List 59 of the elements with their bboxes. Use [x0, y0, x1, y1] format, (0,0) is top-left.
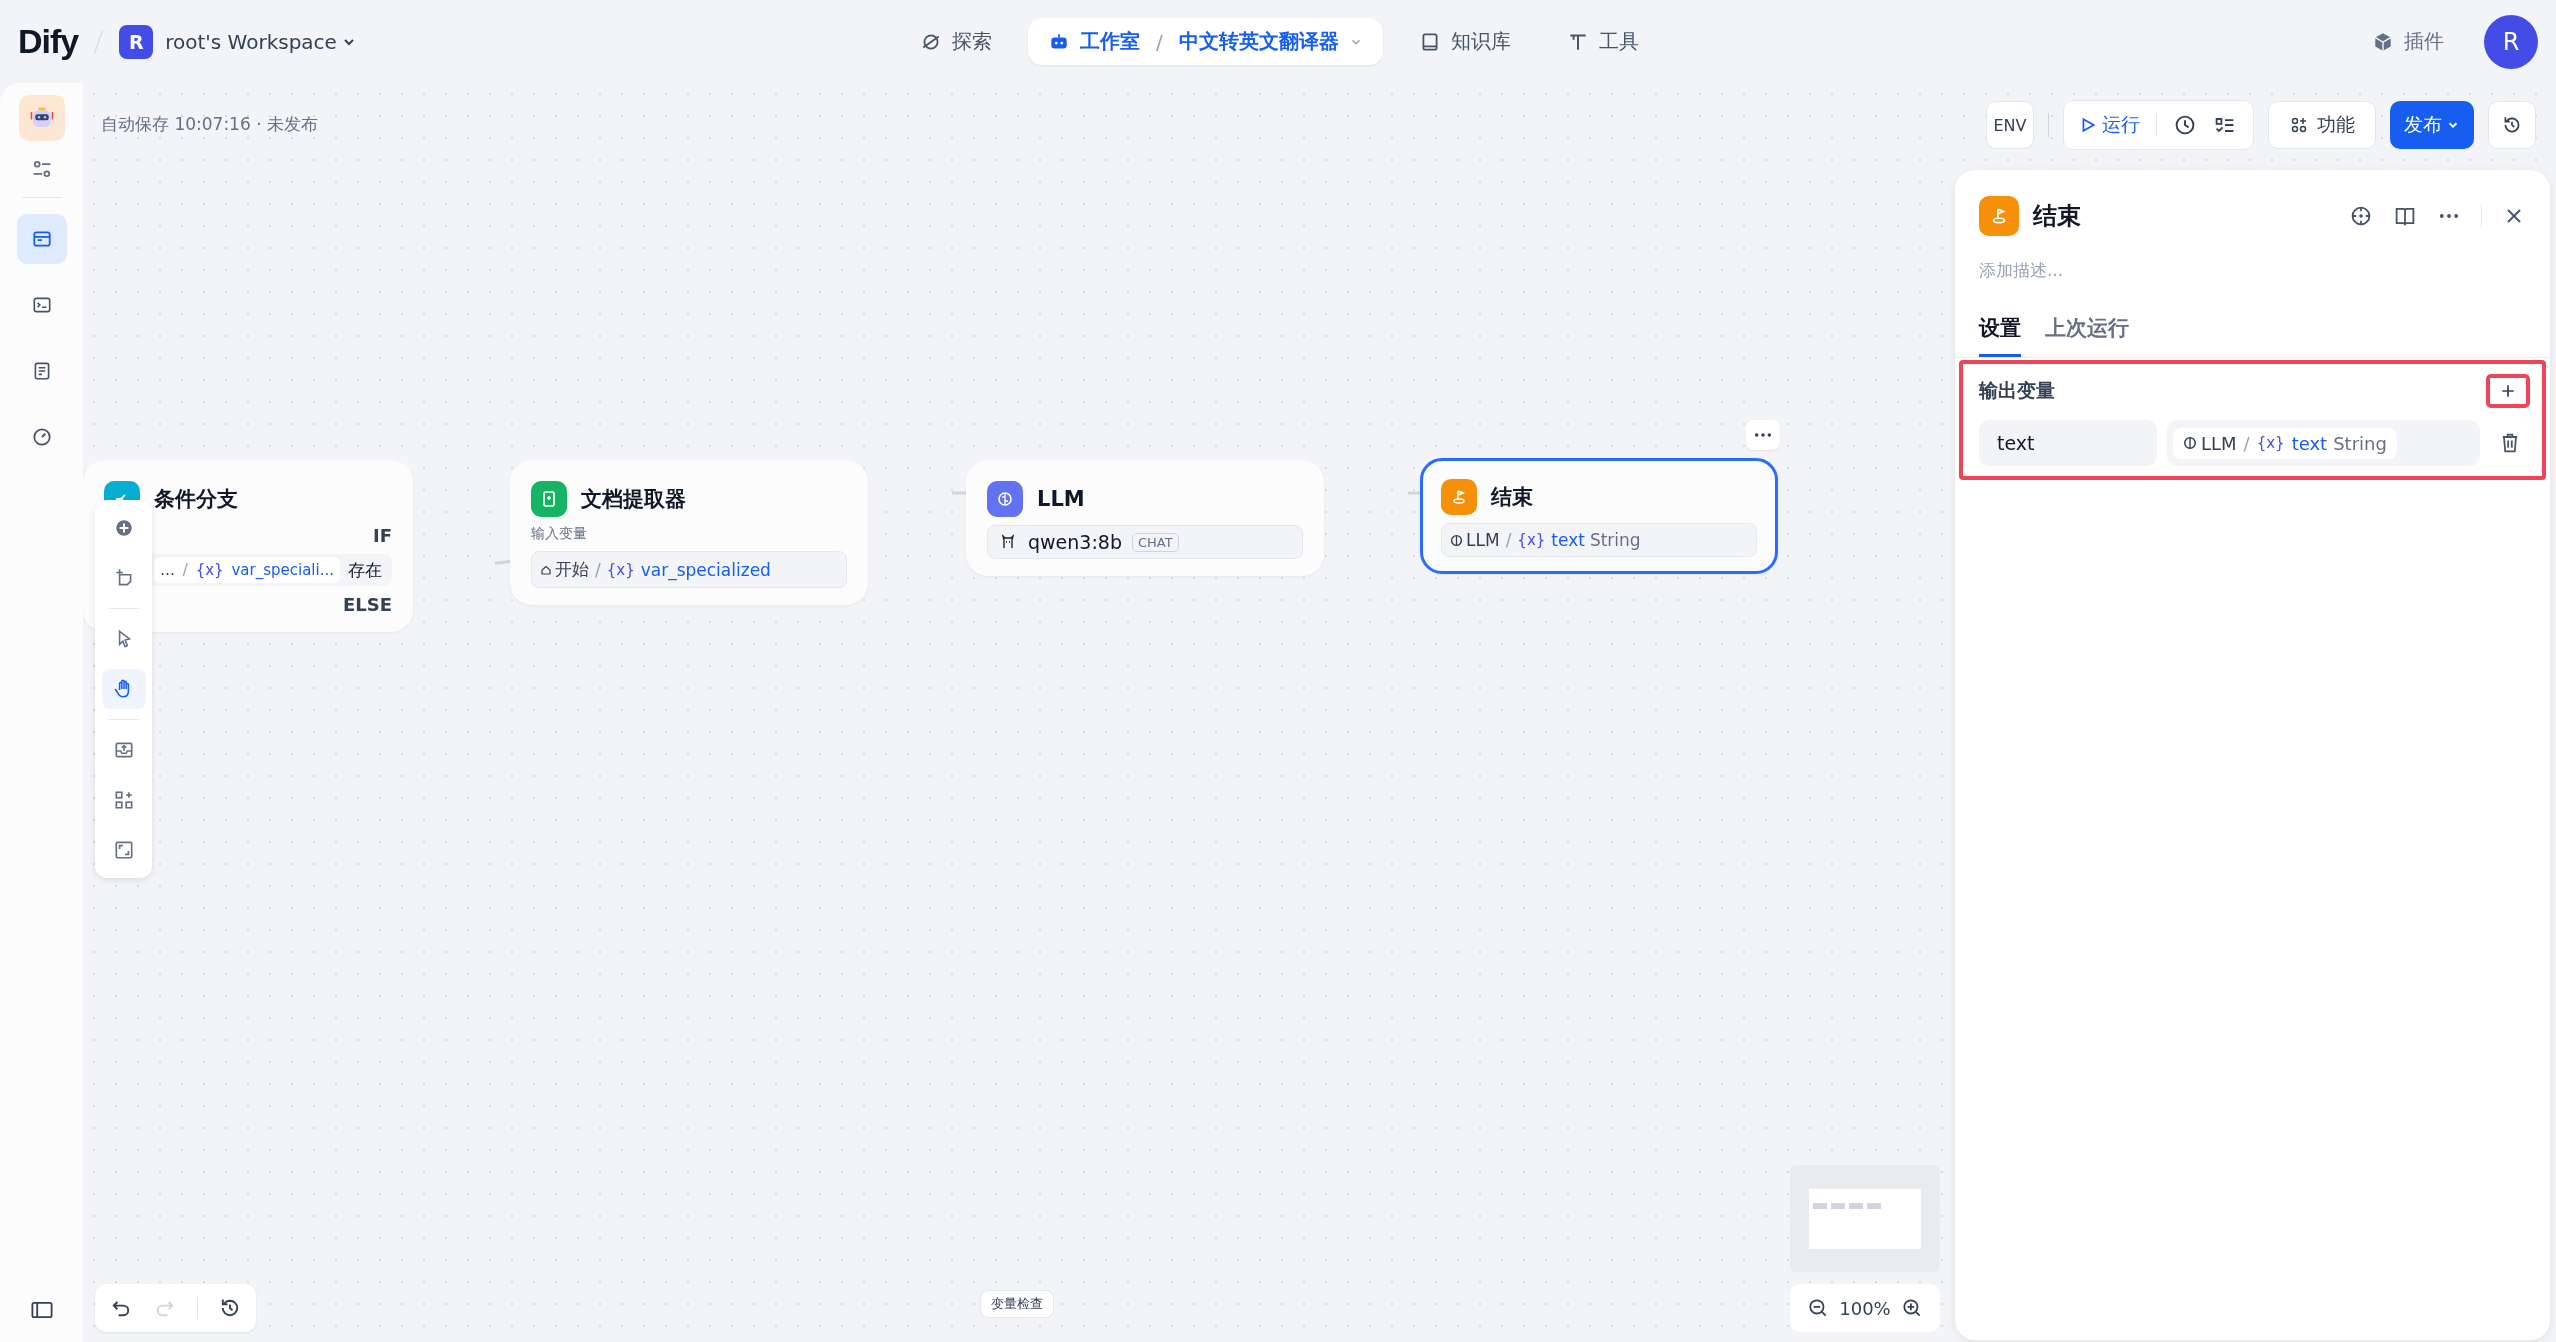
breadcrumb-separator: / — [1156, 29, 1163, 54]
model-name: qwen3:8b — [1028, 531, 1122, 553]
autosave-status: 自动保存 10:07:16 · 未发布 — [101, 113, 318, 136]
dify-logo[interactable]: Dify — [18, 22, 79, 61]
hand-icon[interactable] — [101, 669, 146, 709]
variable-reference: LLM / {x} text String — [1441, 523, 1757, 557]
env-button[interactable]: ENV — [1986, 101, 2034, 149]
nav-label: 探索 — [952, 28, 992, 55]
publish-button[interactable]: 发布 — [2390, 101, 2474, 149]
home-icon — [540, 563, 552, 576]
plus-icon — [2500, 383, 2516, 399]
branch-label: IF — [373, 525, 392, 546]
app-name[interactable]: 中文转英文翻译器 — [1178, 28, 1339, 55]
variable-inspect-button[interactable]: 变量检查 — [980, 1290, 1054, 1318]
version-history-button[interactable] — [2488, 101, 2536, 149]
user-avatar[interactable]: R — [2484, 14, 2538, 69]
workflow-node[interactable]: 结束 LLM / {x} text String — [1420, 458, 1778, 574]
more-icon[interactable] — [1746, 420, 1780, 450]
variable-name-field[interactable]: text — [1979, 420, 2157, 466]
workspace-switcher[interactable]: root's Workspace — [165, 29, 357, 54]
features-button[interactable]: 功能 — [2268, 101, 2376, 149]
branch-label: ELSE — [342, 594, 392, 615]
zoom-in-icon[interactable] — [1900, 1297, 1923, 1319]
panel-title: 结束 — [2033, 201, 2081, 232]
variable-reference: … / {x} var_speciali... — [154, 557, 340, 583]
node-title: 文档提取器 — [581, 486, 686, 513]
condition-operator: 存在 — [347, 558, 383, 582]
variable-reference: 开始 / {x} var_specialized — [531, 551, 847, 588]
add-button[interactable] — [2486, 374, 2530, 408]
cube-icon — [2372, 30, 2394, 53]
node-title: 条件分支 — [154, 486, 238, 513]
panel-tab[interactable]: 上次运行 — [2045, 314, 2129, 357]
section-title: 输出变量 — [1979, 378, 2055, 403]
node-title: 结束 — [1491, 484, 1533, 511]
window-icon[interactable] — [16, 214, 67, 264]
nav-tab[interactable]: 工具 — [1546, 18, 1659, 65]
run-button[interactable]: 运行 — [2080, 112, 2140, 138]
nav-tab[interactable]: 知识库 — [1398, 18, 1531, 65]
zoom-level[interactable]: 100% — [1839, 1297, 1891, 1319]
node-title: LLM — [1037, 487, 1085, 511]
plugins-button[interactable]: 插件 — [2366, 27, 2450, 56]
nav-tab[interactable]: 探索 — [900, 18, 1012, 65]
panel-tab[interactable]: 设置 — [1979, 314, 2021, 357]
nav-label: 工具 — [1598, 28, 1639, 55]
nav-label: 工作室 — [1080, 28, 1140, 55]
nav-tab[interactable]: 工作室 / 中文转英文翻译器 — [1028, 18, 1383, 65]
history-icon[interactable] — [2173, 113, 2197, 137]
input-label: 输入变量 — [531, 525, 588, 543]
workflow-node[interactable]: 文档提取器 输入变量 开始 / {x} var_specialized — [510, 460, 868, 605]
workspace-avatar: R — [119, 24, 154, 59]
apps-icon — [2289, 115, 2309, 135]
variable-selector[interactable]: LLM / {x} text String — [2167, 420, 2480, 466]
flag-icon — [1979, 196, 2019, 236]
mode-badge: CHAT — [1132, 532, 1179, 552]
crosshair-icon[interactable] — [2349, 204, 2373, 228]
nav-label: 知识库 — [1450, 28, 1511, 55]
play-icon — [2080, 117, 2096, 133]
app-icon — [18, 95, 65, 141]
workflow-node[interactable]: LLM qwen3:8b CHAT — [966, 460, 1324, 576]
